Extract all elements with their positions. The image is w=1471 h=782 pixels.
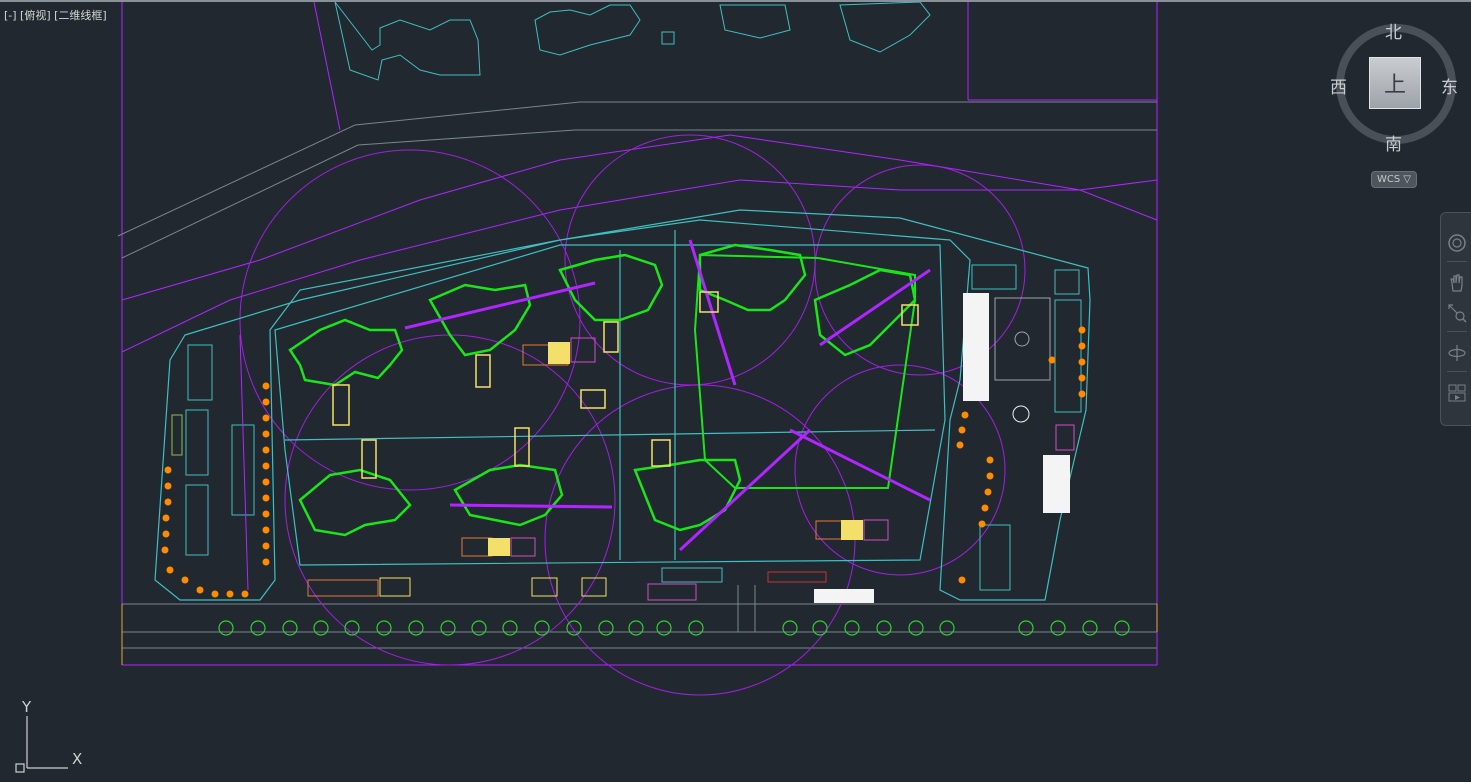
chevron-down-icon: ▽ [1403,174,1411,185]
compass-south[interactable]: 南 [1385,130,1402,155]
navbar-separator [1447,261,1467,262]
street-tree-row [218,620,1130,636]
viewport-controls-label[interactable]: [-] [俯视] [二维线框] [4,7,107,23]
white-building-east [1043,455,1070,513]
ucs-icon: Y X [10,698,100,778]
road-lines [117,101,1157,649]
ucs-y-label: Y [22,698,32,716]
ucs-x-label: X [72,750,83,768]
compass-north[interactable]: 北 [1385,18,1402,43]
compass-west[interactable]: 西 [1330,73,1347,98]
wcs-label: WCS [1377,174,1401,185]
navbar-separator [1447,331,1467,332]
site-boundary-lines [121,1,1158,666]
parking-area [171,334,255,591]
navigation-bar [1440,212,1471,426]
wcs-menu-button[interactable]: WCS ▽ [1371,171,1417,188]
compass-east[interactable]: 东 [1441,73,1458,98]
access-paths [404,239,931,552]
steering-wheel-icon[interactable] [1445,231,1469,255]
white-building-north [963,293,989,401]
white-building-south [814,589,874,603]
showmotion-icon[interactable] [1445,381,1469,405]
navbar-separator [1447,371,1467,372]
bottom-strip-amenities [307,567,827,601]
viewcube[interactable]: 上 北 南 西 东 [1330,18,1458,155]
coverage-circles [239,134,1026,696]
zoom-extents-icon[interactable] [1445,301,1469,325]
inner-site-boundary [154,209,1091,601]
pan-icon[interactable] [1445,271,1469,295]
neighbor-buildings [334,1,931,81]
orbit-icon[interactable] [1445,341,1469,365]
viewcube-top-face[interactable]: 上 [1369,57,1421,109]
site-plan-drawing[interactable] [0,0,1471,782]
model-viewport[interactable]: [-] [俯视] [二维线框] 上 北 南 西 东 WCS ▽ Y X [0,0,1471,782]
